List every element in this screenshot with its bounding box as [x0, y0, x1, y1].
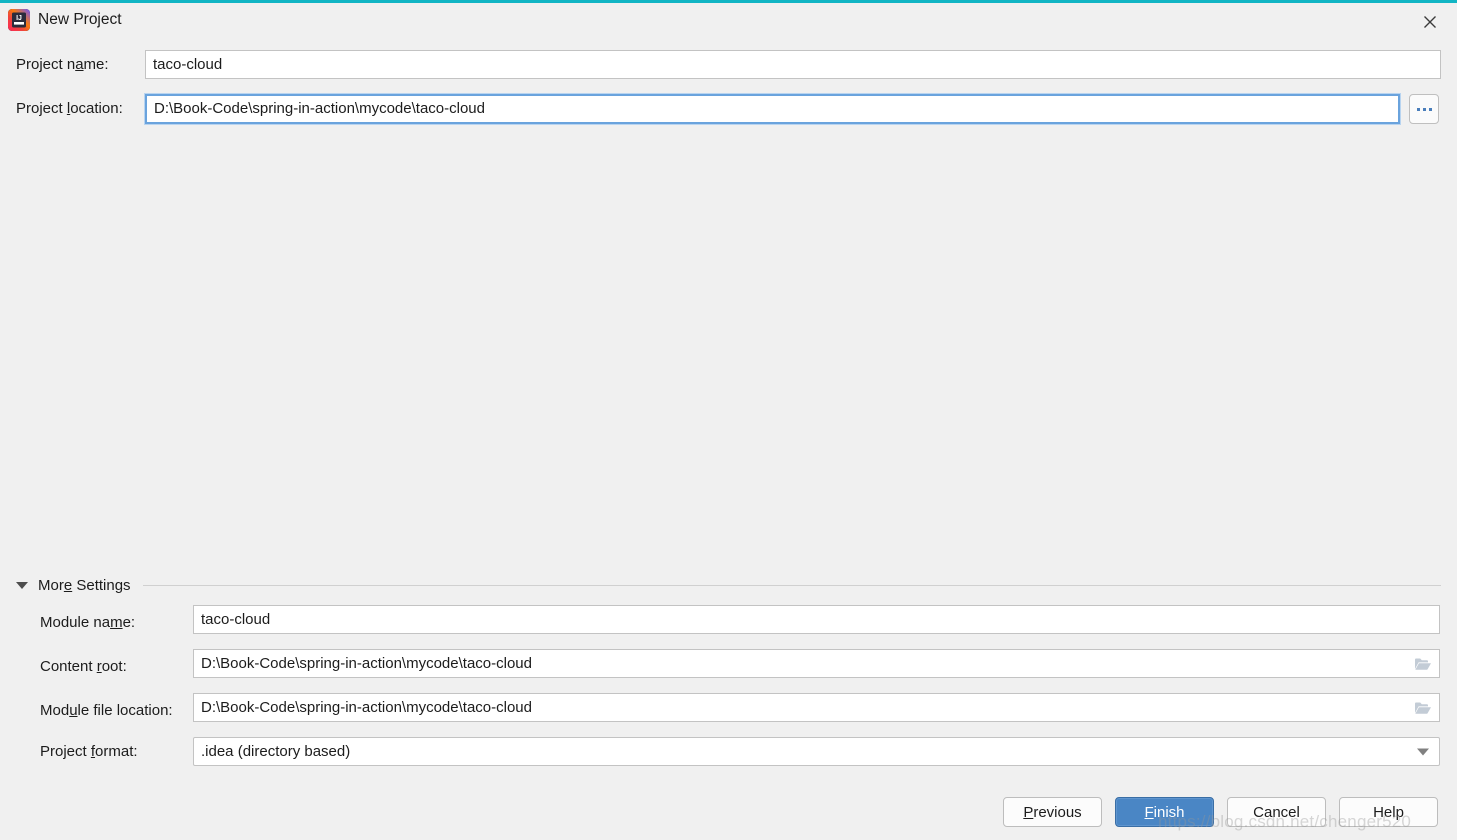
ellipsis-dot [1416, 107, 1420, 111]
module-file-location-value: D:\Book-Code\spring-in-action\mycode\tac… [201, 698, 532, 716]
content-root-input[interactable]: D:\Book-Code\spring-in-action\mycode\tac… [193, 649, 1440, 678]
project-format-value: .idea (directory based) [201, 743, 351, 760]
module-name-input[interactable]: taco-cloud [193, 605, 1440, 634]
project-location-value: D:\Book-Code\spring-in-action\mycode\tac… [154, 100, 485, 117]
project-name-value: taco-cloud [153, 55, 223, 73]
cancel-button[interactable]: Cancel [1227, 797, 1326, 827]
module-name-value: taco-cloud [201, 610, 271, 628]
previous-button[interactable]: Previous [1003, 797, 1102, 827]
project-name-label: Project name: [16, 56, 109, 73]
help-button[interactable]: Help [1339, 797, 1438, 827]
module-name-label: Module name: [40, 614, 136, 631]
finish-button[interactable]: Finish [1115, 797, 1214, 827]
project-location-label: Project location: [16, 100, 123, 117]
window-title: New Project [38, 11, 122, 28]
folder-open-icon[interactable] [1413, 700, 1433, 716]
title-bar: IJ New Project [0, 3, 1457, 37]
svg-text:IJ: IJ [16, 15, 22, 22]
section-separator [142, 584, 1441, 586]
more-settings-label: More Settings [38, 576, 131, 594]
module-file-location-label: Module file location: [40, 702, 173, 719]
chevron-down-icon [16, 581, 28, 589]
project-format-select[interactable]: .idea (directory based) [193, 737, 1440, 766]
ellipsis-dot [1428, 107, 1432, 111]
chevron-down-icon [1417, 748, 1429, 755]
project-name-input[interactable]: taco-cloud [145, 50, 1441, 79]
project-location-input[interactable]: D:\Book-Code\spring-in-action\mycode\tac… [144, 93, 1401, 125]
ellipsis-icon[interactable] [1409, 94, 1439, 124]
folder-open-icon[interactable] [1413, 656, 1433, 672]
content-root-label: Content root: [40, 658, 127, 675]
more-settings-toggle[interactable]: More Settings [16, 575, 1441, 595]
content-root-value: D:\Book-Code\spring-in-action\mycode\tac… [201, 654, 532, 672]
project-format-label: Project format: [40, 743, 138, 760]
module-file-location-input[interactable]: D:\Book-Code\spring-in-action\mycode\tac… [193, 693, 1440, 722]
close-icon[interactable] [1417, 9, 1443, 35]
intellij-idea-icon: IJ [8, 9, 30, 31]
ellipsis-dot [1422, 107, 1426, 111]
